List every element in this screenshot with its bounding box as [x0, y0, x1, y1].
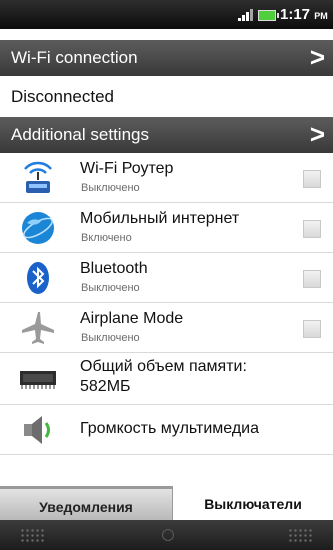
additional-settings-header[interactable]: Additional settings >	[0, 117, 333, 153]
list-item-wifi-router[interactable]: Wi-Fi Роутер Выключено	[0, 153, 333, 203]
back-button-grip-icon[interactable]	[20, 528, 46, 542]
list-item-bluetooth[interactable]: Bluetooth Выключено	[0, 253, 333, 303]
bluetooth-icon	[27, 262, 49, 294]
row-subtitle: Выключено	[81, 282, 140, 294]
row-title: Airplane Mode	[80, 310, 184, 327]
wifi-connection-header[interactable]: Wi-Fi connection >	[0, 40, 333, 76]
battery-icon	[258, 10, 279, 21]
row-title: Wi-Fi Роутер	[80, 160, 174, 177]
row-subtitle: Включено	[81, 232, 132, 244]
memory-value: 582МБ	[80, 378, 131, 395]
row-title: Bluetooth	[80, 260, 148, 277]
list-item-memory[interactable]: Общий объем памяти: 582МБ	[0, 353, 333, 405]
mobile-internet-globe-icon	[22, 212, 54, 244]
list-item-media-volume[interactable]: Громкость мультимедиа	[0, 405, 333, 455]
additional-settings-label: Additional settings	[11, 125, 149, 144]
wifi-status-text: Disconnected	[11, 87, 115, 106]
clock-ampm: PM	[314, 11, 328, 21]
row-title: Громкость мультимедиа	[80, 420, 259, 437]
bluetooth-checkbox[interactable]	[303, 270, 321, 288]
row-subtitle: Выключено	[81, 182, 140, 194]
signal-icon	[238, 9, 253, 21]
airplane-mode-checkbox[interactable]	[303, 320, 321, 338]
tab-notifications[interactable]: Уведомления	[0, 486, 172, 520]
wifi-connection-label: Wi-Fi connection	[11, 48, 138, 67]
home-icon[interactable]	[162, 529, 174, 541]
tab-switches[interactable]: Выключатели	[172, 486, 333, 520]
chevron-right-icon: >	[309, 119, 325, 149]
row-title: Мобильный интернет	[80, 210, 240, 227]
memory-label: Общий объем памяти:	[80, 358, 247, 375]
navigation-bar	[0, 520, 333, 550]
list-item-airplane-mode[interactable]: Airplane Mode Выключено	[0, 303, 333, 353]
status-bar: 1:17 PM	[0, 0, 333, 29]
mobile-internet-checkbox[interactable]	[303, 220, 321, 238]
chevron-right-icon: >	[309, 42, 325, 72]
clock-time: 1:17	[280, 6, 311, 23]
airplane-icon	[22, 312, 54, 344]
clock: 1:17 PM	[280, 6, 328, 23]
bottom-tabs: Уведомления Выключатели	[0, 486, 333, 520]
wifi-router-checkbox[interactable]	[303, 170, 321, 188]
menu-button-grip-icon[interactable]	[288, 528, 314, 542]
row-subtitle: Выключено	[81, 332, 140, 344]
list-item-mobile-internet[interactable]: Мобильный интернет Включено	[0, 203, 333, 253]
memory-chip-icon	[20, 371, 56, 389]
row-title: Общий объем памяти: 582МБ	[80, 357, 247, 397]
wifi-router-icon	[24, 161, 52, 193]
speaker-icon	[24, 416, 50, 444]
